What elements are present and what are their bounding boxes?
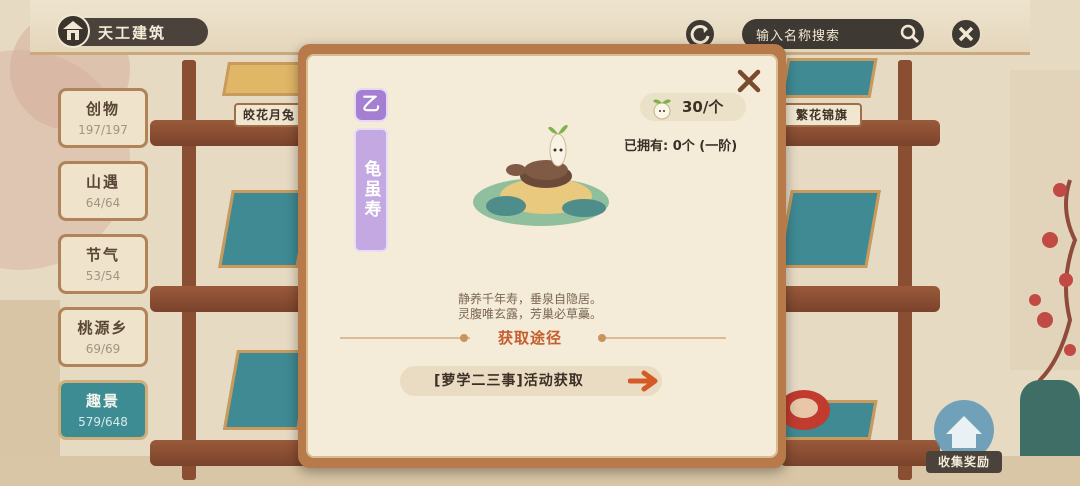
sidebar-item-shanyu[interactable]: 山遇 64/64 — [58, 161, 148, 221]
owned-count: 已拥有: 0个 (一阶) — [624, 139, 738, 154]
sidebar-item-jieqi[interactable]: 节气 53/54 — [58, 234, 148, 294]
shelf-item-tile[interactable] — [780, 58, 878, 98]
sidebar-item-count: 579/648 — [78, 415, 128, 429]
sidebar-item-label: 桃源乡 — [77, 319, 129, 337]
sprout-icon — [653, 99, 671, 120]
shelf-plank — [780, 440, 940, 466]
shelf-item-name-tag: 皎花月兔 — [234, 103, 304, 127]
divider-right — [606, 337, 726, 339]
description-line: 灵腹唯玄露，芳巢必草蘽。 — [457, 307, 602, 321]
sidebar-item-chuangwu[interactable]: 创物 197/197 — [58, 88, 148, 148]
sidebar-item-label: 创物 — [85, 100, 120, 118]
sidebar-item-taoyuanxiang[interactable]: 桃源乡 69/69 — [58, 307, 148, 367]
acquire-section-title: 获取途径 — [497, 329, 562, 347]
sidebar-item-count: 197/197 — [78, 123, 128, 137]
shelf-plank — [150, 440, 310, 466]
pavilion-icon — [56, 14, 90, 48]
shelf-item-name-tag: 繁花锦旗 — [782, 103, 862, 127]
collect-reward-label[interactable]: 收集奖励 — [926, 451, 1002, 473]
item-description: 静养千年寿，垂泉自隐居。 灵腹唯玄露，芳巢必草蘽。 — [390, 292, 670, 322]
close-page-button[interactable] — [950, 18, 982, 50]
sidebar-item-count: 53/54 — [85, 269, 121, 283]
shelf-item-tile[interactable] — [222, 62, 308, 96]
shelf-plank — [780, 286, 940, 312]
shelf-item-tile[interactable] — [777, 190, 881, 268]
sidebar-item-count: 64/64 — [85, 196, 121, 210]
search-icon[interactable] — [900, 24, 920, 44]
shelf-plank — [150, 286, 310, 312]
sidebar-item-label: 趣景 — [85, 392, 120, 410]
close-icon[interactable] — [736, 68, 762, 94]
sidebar-item-label: 山遇 — [85, 173, 120, 191]
close-icon — [958, 26, 974, 42]
sidebar-item-count: 69/69 — [85, 342, 121, 356]
divider-dot — [598, 334, 606, 342]
divider-left — [340, 337, 470, 339]
item-name-banner: 龟虽寿 — [354, 128, 388, 252]
tortoise-item-art — [473, 125, 609, 226]
sidebar-item-qujing[interactable]: 趣景 579/648 — [58, 380, 148, 440]
description-line: 静养千年寿，垂泉自隐居。 — [457, 292, 602, 306]
acquire-source-button[interactable]: [萝学二三事]活动获取 — [400, 366, 662, 396]
sidebar-item-label: 节气 — [85, 246, 120, 264]
rarity-badge: 乙 — [354, 88, 388, 122]
arrow-right-icon[interactable] — [628, 370, 660, 392]
divider-dot — [460, 334, 468, 342]
